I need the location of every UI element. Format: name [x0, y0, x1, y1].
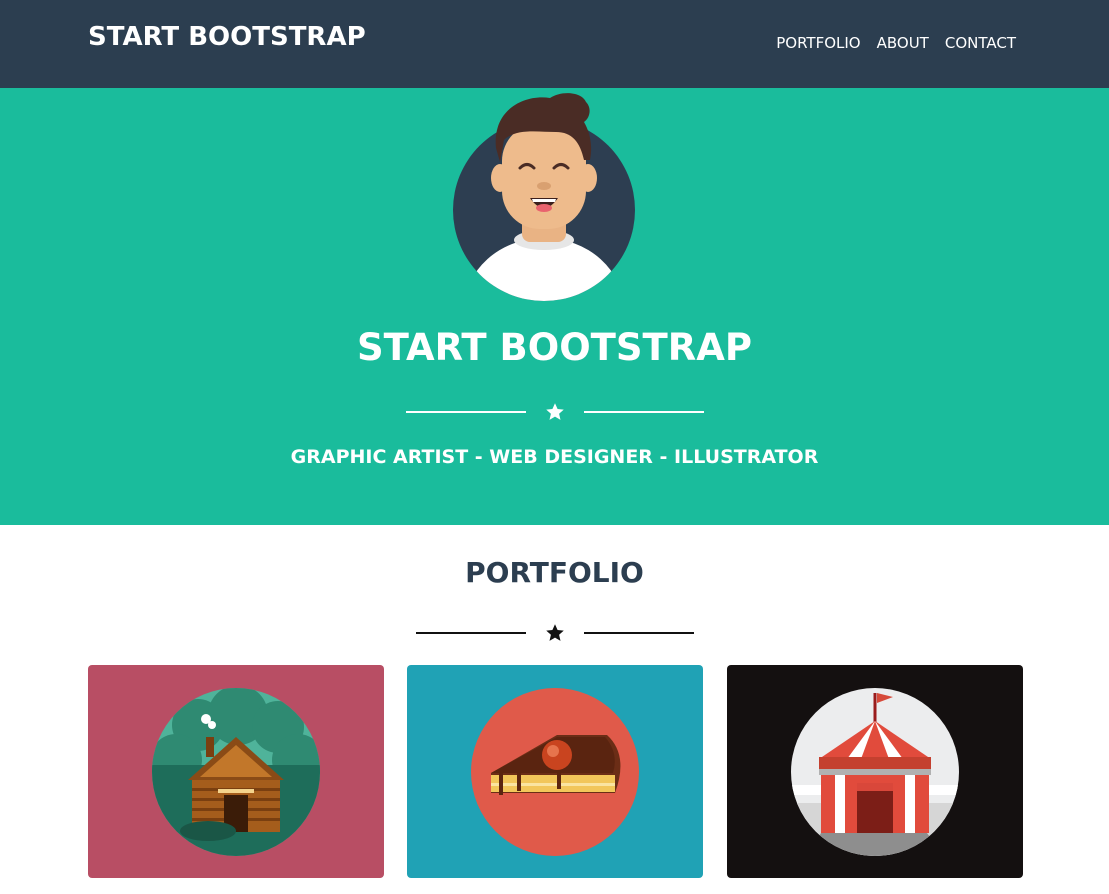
portfolio-item-circus[interactable]	[727, 665, 1023, 878]
nav-link-about[interactable]: ABOUT	[877, 34, 929, 52]
star-icon	[526, 623, 584, 643]
portfolio-divider	[0, 621, 1109, 645]
divider-line-right	[583, 632, 694, 634]
nav-link-portfolio[interactable]: PORTFOLIO	[776, 34, 860, 52]
masthead-subheading: GRAPHIC ARTIST - WEB DESIGNER - ILLUSTRA…	[290, 446, 819, 468]
navbar-brand[interactable]: START BOOTSTRAP	[88, 22, 366, 52]
masthead: START BOOTSTRAP GRAPHIC ARTIST - WEB DES…	[0, 88, 1109, 525]
nav-links: PORTFOLIO ABOUT CONTACT	[776, 34, 1016, 52]
portfolio-item-cake[interactable]	[407, 665, 703, 878]
portfolio-heading: PORTFOLIO	[465, 556, 644, 589]
star-icon	[526, 402, 584, 422]
divider-line-left	[415, 632, 526, 634]
nav-link-contact[interactable]: CONTACT	[945, 34, 1016, 52]
navbar: START BOOTSTRAP PORTFOLIO ABOUT CONTACT	[0, 0, 1109, 88]
masthead-divider	[0, 400, 1109, 424]
divider-line-right	[583, 411, 704, 413]
divider-line-left	[405, 411, 526, 413]
portfolio-item-cabin[interactable]	[88, 665, 384, 878]
avatar	[452, 88, 636, 304]
masthead-heading: START BOOTSTRAP	[356, 326, 753, 369]
